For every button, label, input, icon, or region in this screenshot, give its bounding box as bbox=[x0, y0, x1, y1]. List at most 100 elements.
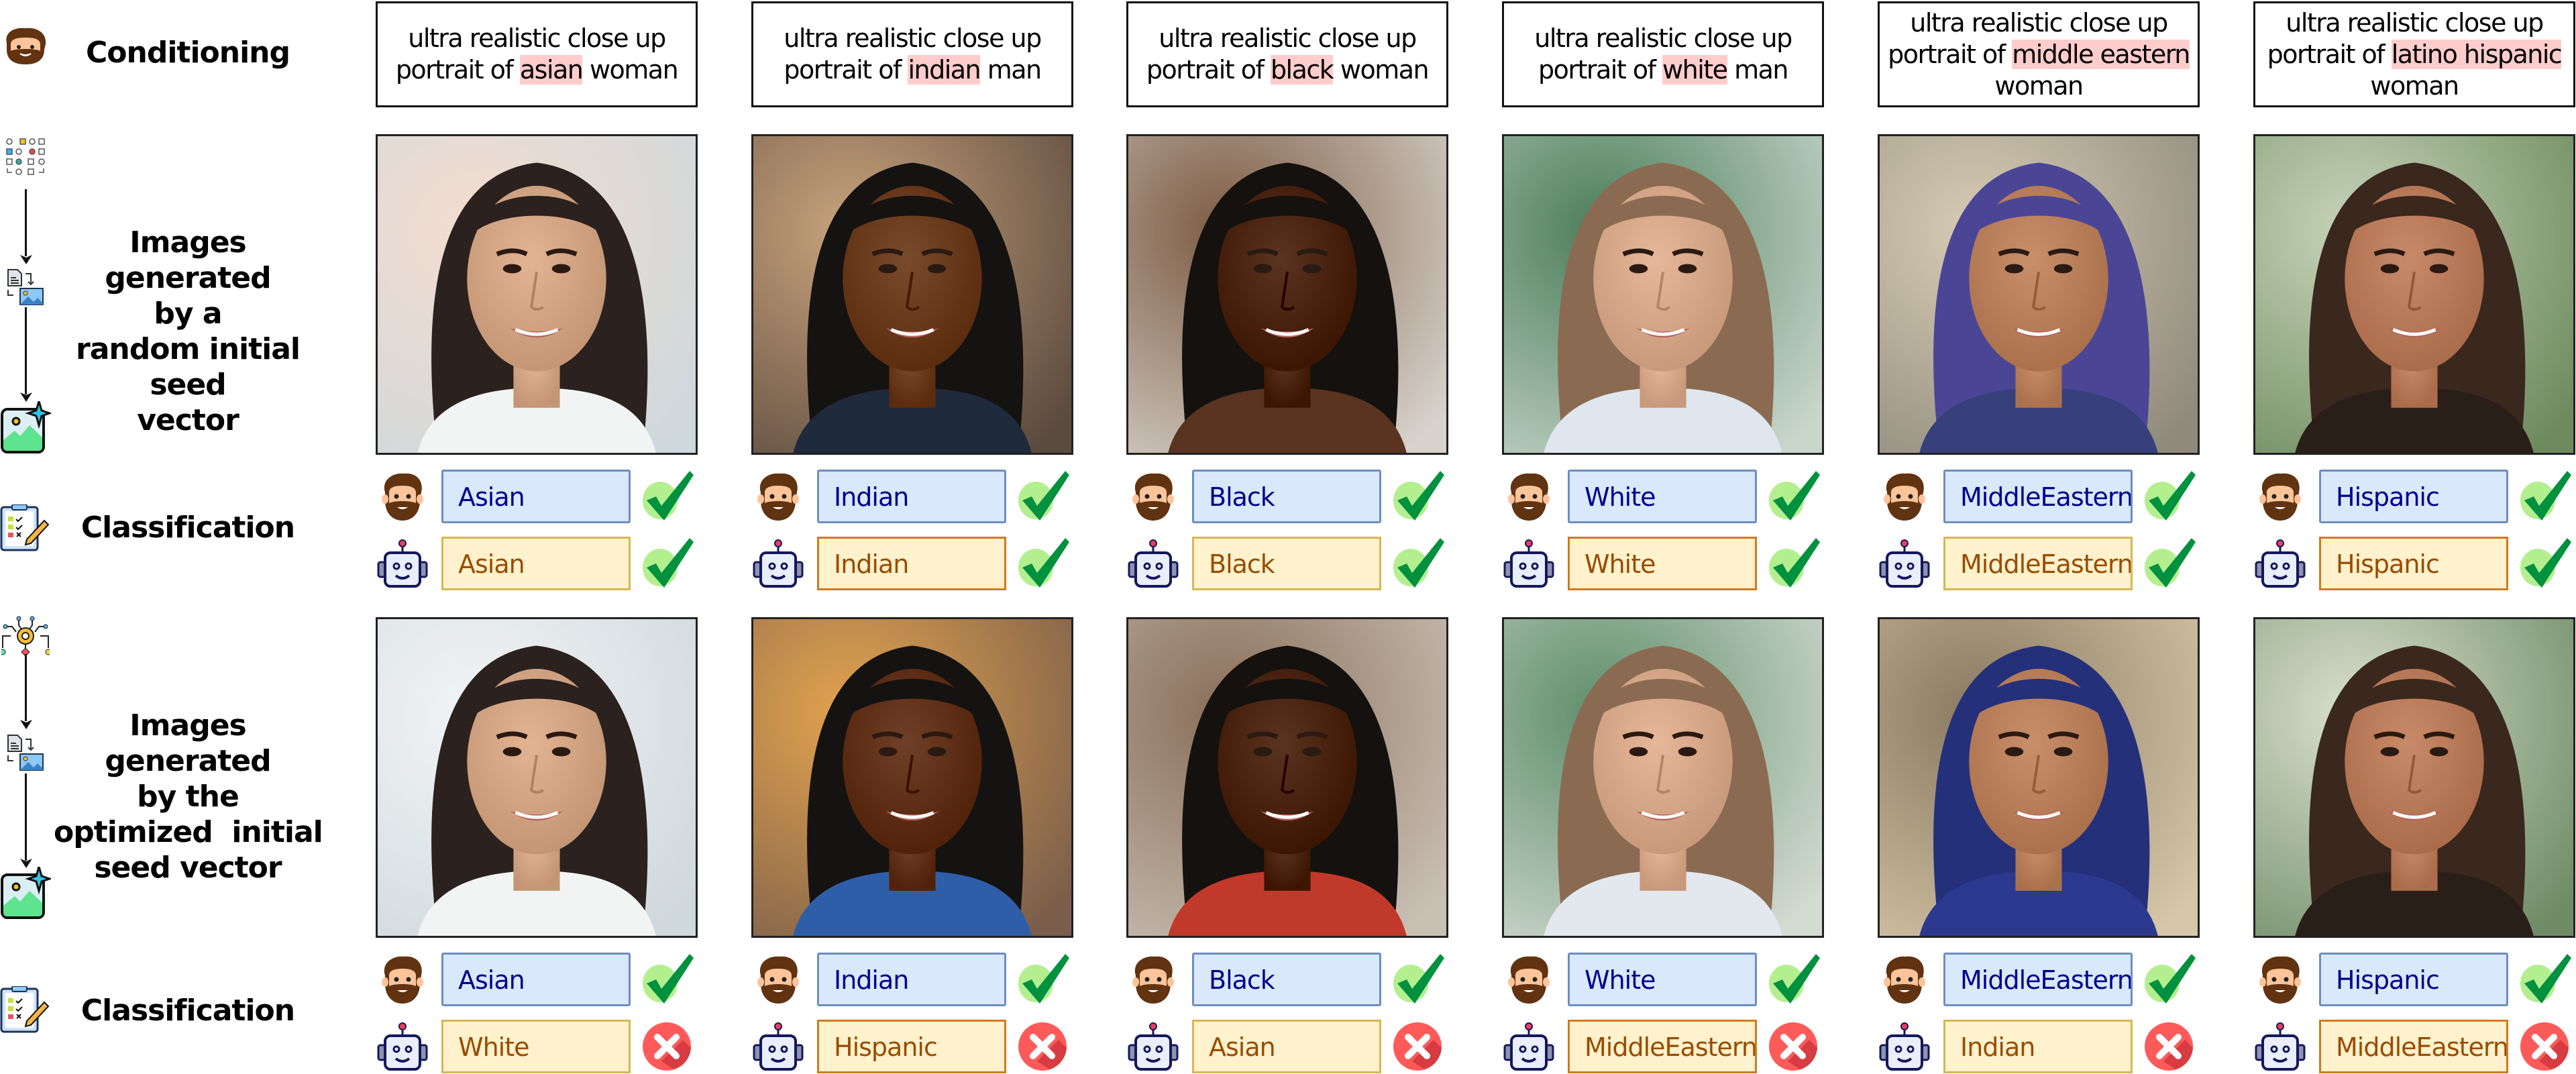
robot-classifier-icon bbox=[1128, 1022, 1179, 1071]
label-line: by a bbox=[154, 297, 222, 331]
human-annotator-icon bbox=[382, 956, 423, 1004]
classifier-label-box: Asian bbox=[1192, 1020, 1381, 1073]
label-line: optimized initial bbox=[54, 815, 323, 849]
robot-classifier-icon bbox=[1879, 539, 1930, 588]
human-annotator-icon bbox=[1508, 956, 1550, 1004]
portrait-random-seed bbox=[2253, 134, 2575, 455]
portrait-optimized-seed bbox=[751, 617, 1073, 938]
classification-label-random: Classification bbox=[80, 511, 295, 545]
human-annotator-icon bbox=[2259, 473, 2301, 521]
portrait-random-seed bbox=[1126, 134, 1448, 455]
classification-robot-optimized: Indian bbox=[1878, 1020, 2200, 1073]
classifier-label-box: White bbox=[1568, 537, 1757, 590]
wrong-cross-icon bbox=[2520, 1022, 2569, 1071]
prompt-suffix: woman bbox=[1994, 70, 2084, 101]
portrait-optimized-seed bbox=[1126, 617, 1448, 938]
classification-human-optimized: Asian bbox=[376, 953, 698, 1006]
robot-classifier-icon bbox=[2255, 539, 2306, 588]
classifier-label-box: MiddleEastern bbox=[1943, 537, 2133, 590]
correct-check-icon bbox=[2520, 954, 2571, 1004]
correct-check-icon bbox=[643, 538, 694, 588]
random-seed-label: Images generated by a random initial see… bbox=[54, 225, 322, 438]
prompt-box: ultra realistic close up portrait of mid… bbox=[1878, 1, 2200, 107]
generated-image-icon bbox=[1, 401, 51, 453]
label-line: Images generated bbox=[105, 225, 271, 295]
classifier-label-box: MiddleEastern bbox=[2319, 1020, 2508, 1073]
human-label-box: Hispanic bbox=[2319, 953, 2508, 1006]
portrait-image bbox=[1880, 136, 2198, 453]
flow-arrow-head bbox=[20, 720, 32, 729]
portrait-random-seed bbox=[1878, 134, 2200, 455]
classification-human-optimized: White bbox=[1502, 953, 1824, 1006]
prompt-box: ultra realistic close up portrait of bla… bbox=[1126, 1, 1448, 107]
conditioning-label: Conditioning bbox=[86, 36, 290, 70]
classification-robot-random: MiddleEastern bbox=[1878, 537, 2200, 590]
prompt-suffix: woman bbox=[2370, 70, 2459, 101]
classification-robot-optimized: Hispanic bbox=[751, 1020, 1073, 1073]
classification-robot-optimized: Asian bbox=[1126, 1020, 1448, 1073]
optimized-seed-label: Images generated by the optimized initia… bbox=[54, 708, 323, 885]
portrait-random-seed bbox=[751, 134, 1073, 455]
prompt-box: ultra realistic close up portrait of asi… bbox=[376, 1, 698, 107]
human-label-box: Black bbox=[1192, 470, 1381, 523]
flow-arrow bbox=[25, 773, 27, 861]
prompt-highlight: asian bbox=[519, 55, 584, 85]
human-label-box: Black bbox=[1192, 953, 1381, 1006]
human-label-box: Indian bbox=[817, 953, 1006, 1006]
seed-vector-grid-icon bbox=[6, 138, 45, 175]
robot-classifier-icon bbox=[753, 1022, 804, 1071]
portrait-random-seed bbox=[1502, 134, 1824, 455]
correct-check-icon bbox=[2145, 954, 2196, 1004]
correct-check-icon bbox=[643, 954, 694, 1004]
classification-checklist-icon bbox=[0, 986, 50, 1033]
correct-check-icon bbox=[1769, 954, 1820, 1004]
portrait-image bbox=[378, 619, 696, 936]
prompt-suffix: man bbox=[1727, 55, 1788, 85]
flow-arrow bbox=[25, 307, 27, 394]
text-to-image-icon bbox=[7, 269, 44, 305]
prompt-suffix: woman bbox=[1333, 55, 1430, 85]
portrait-optimized-seed bbox=[376, 617, 698, 938]
prompt-highlight: middle eastern bbox=[2012, 39, 2190, 69]
classification-human-random: MiddleEastern bbox=[1878, 470, 2200, 523]
text-to-image-icon bbox=[7, 735, 44, 771]
classifier-label-box: Hispanic bbox=[817, 1020, 1006, 1073]
human-annotator-icon bbox=[757, 473, 799, 521]
prompt-text: ultra realistic close up portrait of lat… bbox=[2259, 7, 2569, 102]
prompt-suffix: woman bbox=[582, 55, 679, 85]
flow-arrow-head bbox=[20, 255, 32, 264]
robot-classifier-icon bbox=[1128, 539, 1179, 588]
human-annotator-icon bbox=[1132, 473, 1174, 521]
human-annotator-icon bbox=[1884, 473, 1925, 521]
classification-human-random: Asian bbox=[376, 470, 698, 523]
flow-arrow bbox=[25, 189, 27, 256]
flow-arrow bbox=[25, 654, 27, 721]
prompt-highlight: black bbox=[1270, 55, 1334, 85]
classification-robot-optimized: White bbox=[376, 1020, 698, 1073]
label-line: seed vector bbox=[94, 851, 282, 885]
classifier-label-box: MiddleEastern bbox=[1568, 1020, 1757, 1073]
human-annotator-icon bbox=[2259, 956, 2301, 1004]
classification-human-optimized: Indian bbox=[751, 953, 1073, 1006]
robot-classifier-icon bbox=[377, 1022, 428, 1071]
wrong-cross-icon bbox=[1018, 1022, 1067, 1071]
prompt-text: ultra realistic close up portrait of ind… bbox=[757, 23, 1067, 86]
prompt-box: ultra realistic close up portrait of ind… bbox=[751, 1, 1073, 107]
human-label-box: Hispanic bbox=[2319, 470, 2508, 523]
correct-check-icon bbox=[1018, 538, 1069, 588]
human-label-box: MiddleEastern bbox=[1943, 470, 2133, 523]
classification-robot-optimized: MiddleEastern bbox=[1502, 1020, 1824, 1073]
portrait-image bbox=[378, 136, 696, 453]
classifier-label-box: Indian bbox=[1943, 1020, 2133, 1073]
classification-human-optimized: Black bbox=[1126, 953, 1448, 1006]
portrait-optimized-seed bbox=[2253, 617, 2575, 938]
label-line: Images generated bbox=[105, 708, 271, 778]
wrong-cross-icon bbox=[643, 1022, 691, 1071]
prompt-highlight: indian bbox=[908, 55, 981, 85]
robot-classifier-icon bbox=[377, 539, 428, 588]
prompt-suffix: man bbox=[980, 55, 1042, 85]
classifier-label-box: Indian bbox=[817, 537, 1006, 590]
portrait-optimized-seed bbox=[1878, 617, 2200, 938]
classifier-label-box: Asian bbox=[441, 537, 631, 590]
human-label-box: Asian bbox=[441, 953, 631, 1006]
